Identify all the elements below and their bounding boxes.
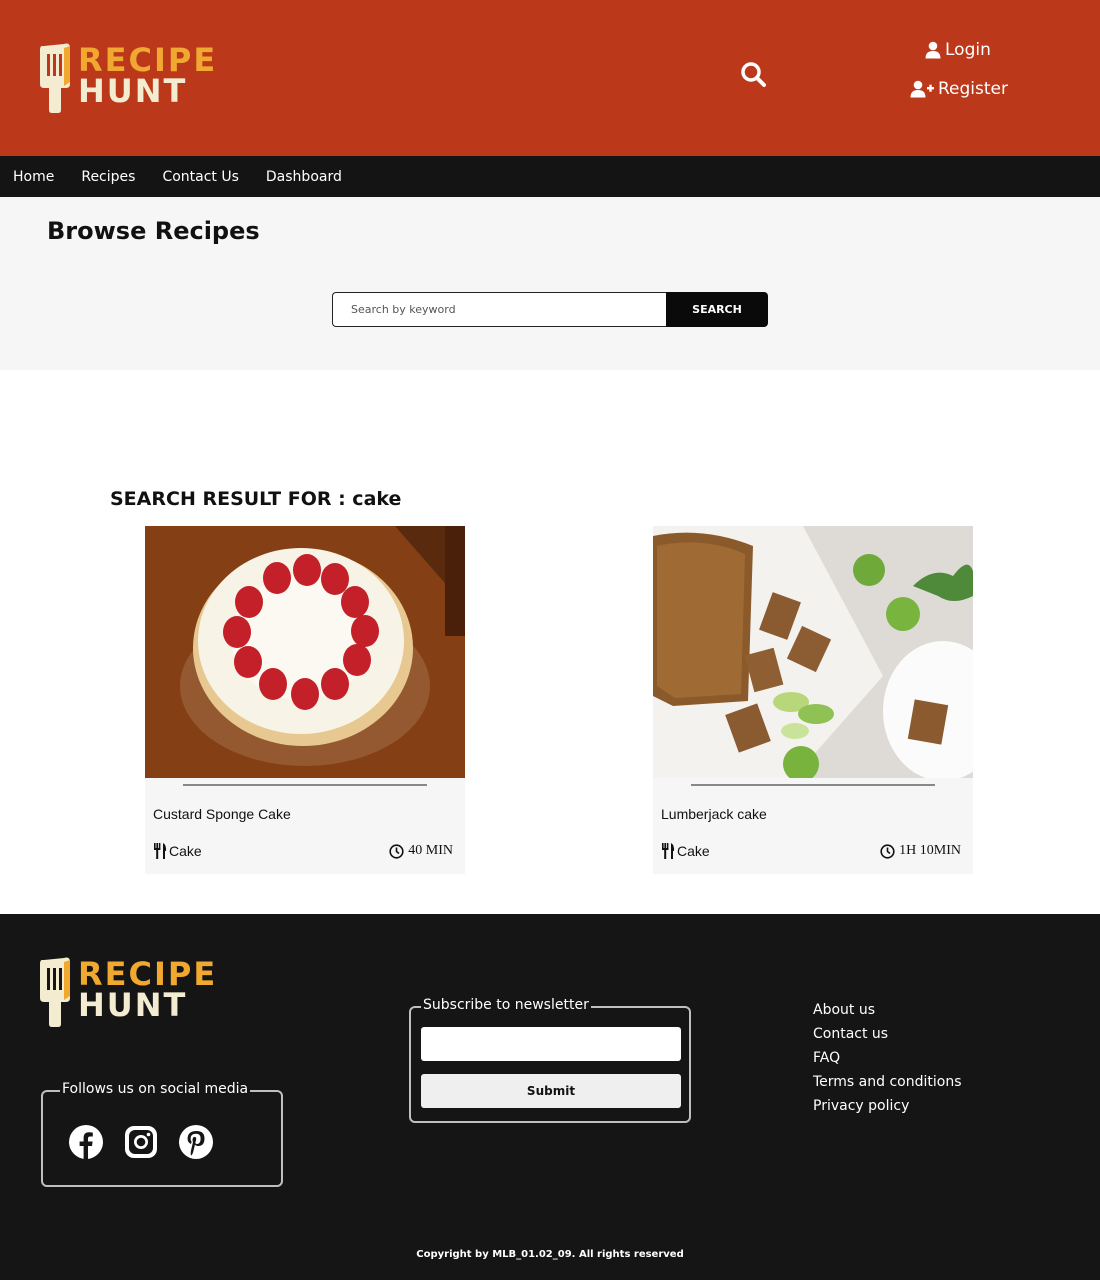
recipe-card[interactable]: Custard Sponge Cake Cake 40 MIN (145, 526, 465, 874)
clock-icon (389, 843, 404, 859)
register-link[interactable]: Register (910, 79, 1008, 99)
user-icon (925, 41, 941, 59)
clock-icon (880, 843, 895, 859)
card-divider (691, 784, 935, 786)
browse-section: Browse Recipes SEARCH (0, 197, 1100, 370)
site-logo[interactable]: RECIPE HUNT (36, 42, 216, 114)
recipe-title[interactable]: Lumberjack cake (661, 806, 767, 822)
main-nav: Home Recipes Contact Us Dashboard (0, 156, 1100, 197)
page-title: Browse Recipes (47, 217, 260, 245)
recipe-category: Cake (153, 843, 202, 859)
card-divider (183, 784, 427, 786)
footer-links: About us Contact us FAQ Terms and condit… (813, 1002, 962, 1115)
social-legend: Follows us on social media (60, 1081, 251, 1097)
social-media-box: Follows us on social media (41, 1081, 283, 1187)
footer-link-privacy[interactable]: Privacy policy (813, 1098, 962, 1115)
newsletter-box: Subscribe to newsletter Submit (409, 997, 691, 1123)
search-button[interactable]: SEARCH (666, 292, 768, 327)
nav-item-contact-us[interactable]: Contact Us (162, 169, 238, 185)
footer-link-contact-us[interactable]: Contact us (813, 1026, 962, 1043)
user-plus-icon (910, 80, 934, 98)
spatula-logo-icon (40, 957, 70, 1027)
search-result-heading: SEARCH RESULT FOR : cake (110, 488, 402, 510)
utensils-icon (154, 843, 167, 859)
recipe-time-label: 40 MIN (408, 843, 453, 858)
spatula-logo-icon (40, 43, 70, 113)
instagram-icon[interactable] (123, 1124, 159, 1160)
newsletter-submit-button[interactable]: Submit (421, 1074, 681, 1108)
login-label: Login (945, 40, 991, 60)
footer-link-faq[interactable]: FAQ (813, 1050, 962, 1067)
copyright-text: Copyright by MLB_01.02_09. All rights re… (416, 1249, 684, 1260)
recipe-time: 40 MIN (389, 843, 453, 859)
lumberjack-cake-image[interactable] (653, 526, 973, 778)
logo-text-hunt: HUNT (78, 986, 188, 1024)
newsletter-legend: Subscribe to newsletter (421, 997, 591, 1013)
pinterest-icon[interactable] (178, 1124, 214, 1160)
custard-sponge-cake-image[interactable] (145, 526, 465, 778)
footer-link-about-us[interactable]: About us (813, 1002, 962, 1019)
recipe-time: 1H 10MIN (880, 843, 961, 859)
login-link[interactable]: Login (925, 40, 991, 60)
recipe-category-label: Cake (677, 843, 710, 859)
nav-item-recipes[interactable]: Recipes (81, 169, 135, 185)
search-input[interactable] (332, 292, 666, 327)
nav-item-home[interactable]: Home (13, 169, 54, 185)
site-footer: RECIPE HUNT Follows us on social media S… (0, 914, 1100, 1280)
recipe-time-label: 1H 10MIN (899, 843, 961, 858)
social-icons (68, 1124, 214, 1160)
recipe-card[interactable]: Lumberjack cake Cake 1H 10MIN (653, 526, 973, 874)
recipe-title[interactable]: Custard Sponge Cake (153, 806, 291, 822)
site-header: RECIPE HUNT Login Register (0, 0, 1100, 156)
logo-text-hunt: HUNT (78, 72, 188, 110)
recipe-category-label: Cake (169, 843, 202, 859)
nav-item-dashboard[interactable]: Dashboard (266, 169, 342, 185)
newsletter-email-input[interactable] (421, 1027, 681, 1061)
footer-link-terms[interactable]: Terms and conditions (813, 1074, 962, 1091)
recipe-category: Cake (661, 843, 710, 859)
utensils-icon (662, 843, 675, 859)
header-search-icon[interactable] (739, 60, 769, 90)
facebook-icon[interactable] (68, 1124, 104, 1160)
register-label: Register (938, 79, 1008, 99)
footer-logo[interactable]: RECIPE HUNT (36, 956, 216, 1028)
search-form: SEARCH (332, 292, 768, 327)
